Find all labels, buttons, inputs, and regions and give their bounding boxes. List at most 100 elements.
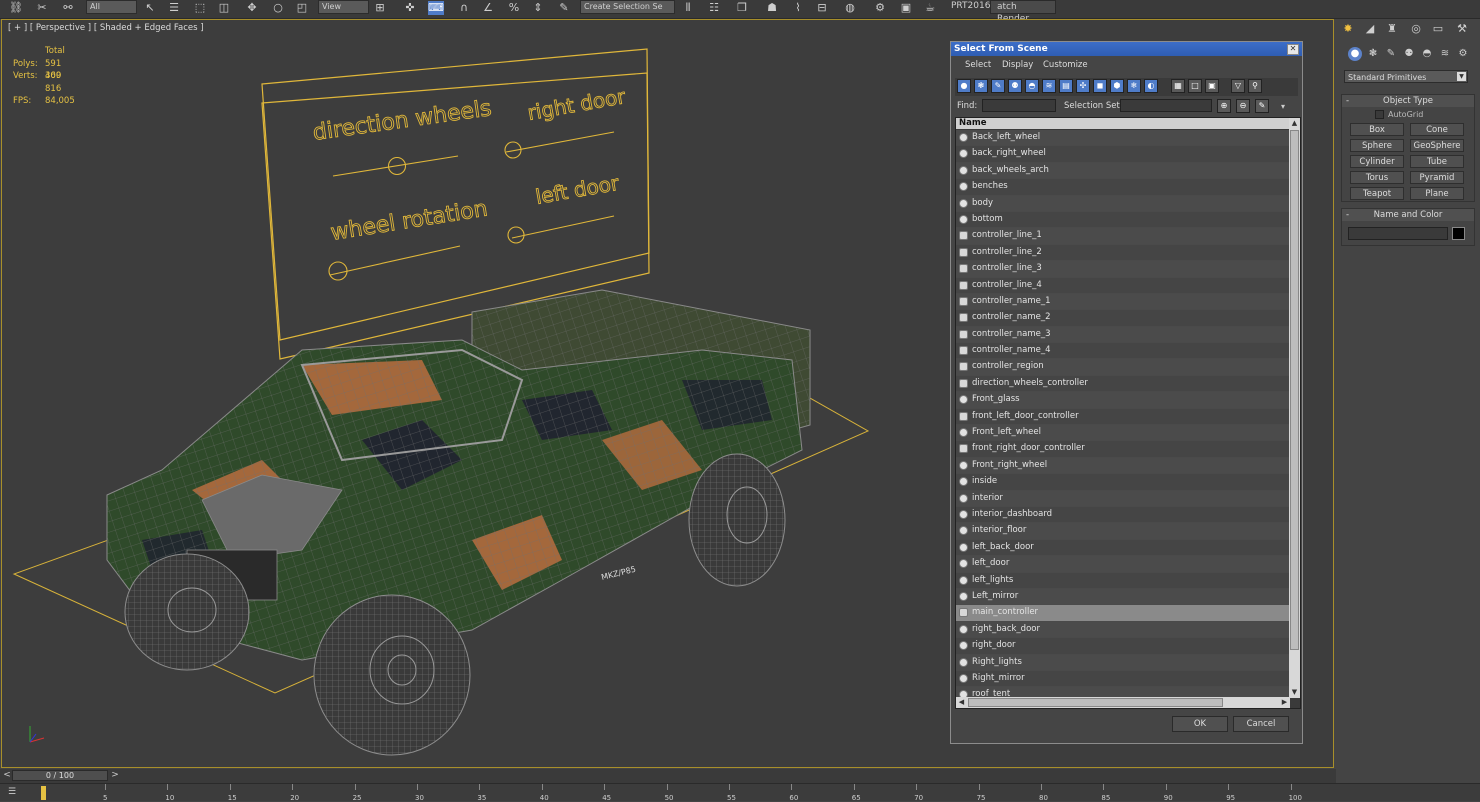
list-item[interactable]: Front_glass (956, 392, 1290, 409)
batch-render-button[interactable]: atch Render... (990, 0, 1056, 24)
primitive-category-dropdown[interactable]: Standard Primitives ▼ (1344, 70, 1468, 83)
unlink-icon[interactable]: ✂ (34, 1, 50, 15)
create-selection-set-icon[interactable]: ⊕ (1217, 99, 1231, 113)
rendered-frame-window-icon[interactable]: ▣ (898, 1, 914, 15)
autogrid-checkbox[interactable] (1375, 110, 1384, 119)
selection-set-dropdown[interactable] (1120, 99, 1212, 112)
space-warps-icon[interactable]: ≋ (1438, 47, 1452, 61)
align-icon[interactable]: ☷ (706, 1, 722, 15)
list-item[interactable]: interior_dashboard (956, 506, 1290, 524)
shapes-icon[interactable]: ❃ (1366, 47, 1380, 61)
curve-editor-icon[interactable]: ⌇ (790, 1, 806, 15)
vertical-scrollbar[interactable]: ▲ ▼ (1289, 118, 1300, 698)
list-item[interactable]: front_left_door_controller (956, 408, 1290, 426)
list-item[interactable]: right_door (956, 638, 1290, 655)
display-frozen-icon[interactable]: ❄ (1127, 79, 1141, 93)
modify-tab-icon[interactable]: ◢ (1362, 22, 1378, 36)
list-item[interactable]: body (956, 195, 1290, 212)
list-item[interactable]: direction_wheels_controller (956, 375, 1290, 393)
list-item[interactable]: main_controller (956, 605, 1290, 622)
display-xrefs-icon[interactable]: ✣ (1076, 79, 1090, 93)
select-manipulate-icon[interactable]: ✜ (402, 1, 418, 15)
remove-selection-set-icon[interactable]: ⊖ (1236, 99, 1250, 113)
display-helpers-icon[interactable]: ◓ (1025, 79, 1039, 93)
reference-coordinate-dropdown[interactable]: View (318, 0, 369, 14)
list-item[interactable]: left_lights (956, 572, 1290, 589)
list-item[interactable]: Right_mirror (956, 670, 1290, 688)
list-item[interactable]: controller_line_2 (956, 244, 1290, 262)
display-all-icon[interactable]: ▦ (1171, 79, 1185, 93)
snaps-toggle-icon[interactable]: ∩ (456, 1, 472, 15)
edit-selection-set-icon[interactable]: ✎ (1255, 99, 1269, 113)
list-item[interactable]: inside (956, 474, 1290, 491)
display-tab-icon[interactable]: ▭ (1430, 22, 1446, 36)
scroll-up-icon[interactable]: ▲ (1289, 118, 1300, 129)
list-item[interactable]: controller_region (956, 359, 1290, 376)
scroll-right-icon[interactable]: ▶ (1279, 697, 1290, 708)
find-input[interactable] (982, 99, 1056, 112)
list-item[interactable]: left_door (956, 556, 1290, 573)
utilities-tab-icon[interactable]: ⚒ (1454, 22, 1470, 36)
list-item[interactable]: Right_lights (956, 654, 1290, 671)
display-shapes-icon[interactable]: ❃ (974, 79, 988, 93)
track-bar[interactable]: ☰ 5 10 15 20 25 30 35 40 45 50 55 60 65 70 75 80 85 90 95 1… (0, 783, 1480, 802)
list-item[interactable]: controller_name_4 (956, 343, 1290, 360)
display-cameras-icon[interactable]: ⚉ (1008, 79, 1022, 93)
object-color-swatch[interactable] (1452, 227, 1465, 240)
cylinder-button[interactable]: Cylinder (1350, 155, 1404, 168)
layer-manager-icon[interactable]: ❐ (734, 1, 750, 15)
angle-snap-icon[interactable]: ∠ (480, 1, 496, 15)
hierarchy-tab-icon[interactable]: ♜ (1384, 22, 1400, 36)
previous-frame-icon[interactable]: < (2, 770, 12, 781)
list-item[interactable]: left_back_door (956, 539, 1290, 557)
select-object-icon[interactable]: ↖ (142, 1, 158, 15)
object-type-header[interactable]: - Object Type (1342, 95, 1474, 107)
list-item[interactable]: front_right_door_controller (956, 441, 1290, 458)
plane-button[interactable]: Plane (1410, 187, 1464, 200)
name-and-color-header[interactable]: - Name and Color (1342, 209, 1474, 221)
display-geometry-icon[interactable]: ● (957, 79, 971, 93)
torus-button[interactable]: Torus (1350, 171, 1404, 184)
list-item[interactable]: controller_name_3 (956, 326, 1290, 344)
horizontal-scroll-thumb[interactable] (968, 698, 1223, 707)
sphere-button[interactable]: Sphere (1350, 139, 1404, 152)
spinner-snap-icon[interactable]: ⇕ (530, 1, 546, 15)
display-hidden-icon[interactable]: ◐ (1144, 79, 1158, 93)
pyramid-button[interactable]: Pyramid (1410, 171, 1464, 184)
display-bones-icon[interactable]: ◼ (1093, 79, 1107, 93)
prt-label[interactable]: PRT2016 (951, 0, 990, 12)
edit-named-selection-icon[interactable]: ✎ (556, 1, 572, 15)
menu-customize[interactable]: Customize (1043, 60, 1088, 70)
select-by-name-icon[interactable]: ☰ (166, 1, 182, 15)
list-item[interactable]: Front_right_wheel (956, 457, 1290, 475)
cameras-icon[interactable]: ⚉ (1402, 47, 1416, 61)
cone-button[interactable]: Cone (1410, 123, 1464, 136)
ok-button[interactable]: OK (1172, 716, 1228, 732)
vertical-scroll-thumb[interactable] (1290, 130, 1299, 650)
list-item[interactable]: controller_name_1 (956, 293, 1290, 311)
keyboard-shortcut-override-icon[interactable]: ⌨ (428, 1, 444, 15)
list-item[interactable]: controller_line_3 (956, 261, 1290, 278)
current-frame-marker[interactable] (41, 786, 46, 800)
list-item[interactable]: controller_name_2 (956, 310, 1290, 327)
next-frame-icon[interactable]: > (110, 770, 120, 781)
bind-space-warp-icon[interactable]: ⚯ (60, 1, 76, 15)
list-item[interactable]: Left_mirror (956, 588, 1290, 606)
scroll-down-icon[interactable]: ▼ (1289, 687, 1300, 698)
percent-snap-icon[interactable]: % (506, 1, 522, 15)
menu-display[interactable]: Display (1002, 60, 1033, 70)
display-lights-icon[interactable]: ✎ (991, 79, 1005, 93)
dialog-title-bar[interactable]: Select From Scene ✕ (951, 42, 1302, 56)
list-item[interactable]: Front_left_wheel (956, 425, 1290, 442)
teapot-button[interactable]: Teapot (1350, 187, 1404, 200)
geosphere-button[interactable]: GeoSphere (1410, 139, 1464, 152)
render-production-icon[interactable]: ☕ (922, 1, 938, 15)
display-containers-icon[interactable]: ⬢ (1110, 79, 1124, 93)
list-item[interactable]: back_right_wheel (956, 146, 1290, 163)
helpers-icon[interactable]: ◓ (1420, 47, 1434, 61)
box-button[interactable]: Box (1350, 123, 1404, 136)
rotate-icon[interactable]: ○ (270, 1, 286, 15)
list-item[interactable]: Back_left_wheel (956, 130, 1290, 147)
close-icon[interactable]: ✕ (1287, 44, 1299, 55)
pivot-point-icon[interactable]: ⊞ (372, 1, 388, 15)
